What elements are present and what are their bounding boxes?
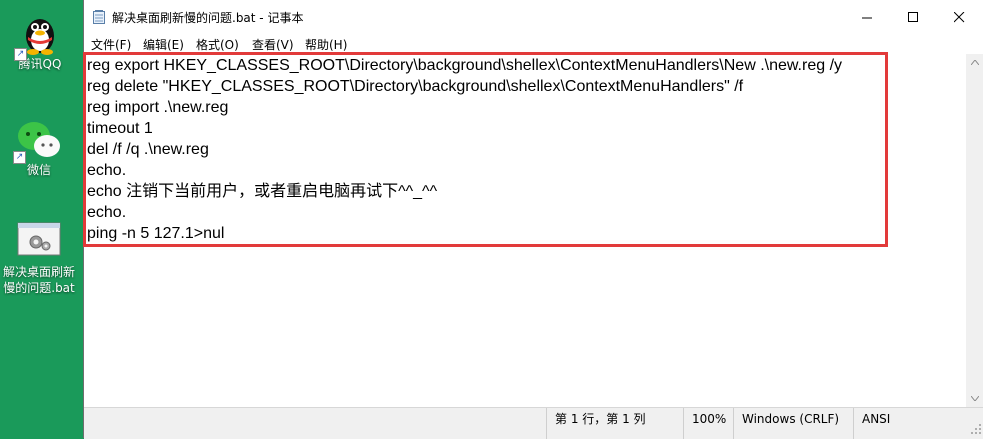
desktop-icon-wechat[interactable]: ↗ 微信 — [0, 118, 79, 178]
title-bar[interactable]: 解决桌面刷新慢的问题.bat - 记事本 — [84, 0, 983, 34]
resize-grip-icon[interactable] — [970, 423, 982, 435]
status-cursor-position: 第 1 行，第 1 列 — [546, 408, 691, 439]
scroll-up-arrow[interactable] — [966, 54, 983, 71]
batch-file-icon — [17, 222, 61, 256]
minimize-button[interactable] — [844, 0, 890, 34]
vertical-scrollbar[interactable] — [966, 54, 983, 407]
menu-file[interactable]: 文件(F) — [91, 36, 131, 53]
status-zoom: 100% — [683, 408, 733, 439]
desktop-icon-label: 微信 — [26, 163, 51, 177]
notepad-window: 解决桌面刷新慢的问题.bat - 记事本 文件(F) 编辑(E) 格式(O) 查… — [83, 0, 983, 439]
chevron-up-icon — [971, 60, 979, 65]
editor-line: echo 注销下当前用户，或者重启电脑再试下^^_^^ — [87, 183, 438, 200]
menu-format[interactable]: 格式(O) — [196, 36, 239, 53]
editor-line: ping -n 5 127.1>nul — [87, 225, 225, 242]
editor-line: timeout 1 — [87, 120, 153, 137]
status-encoding: ANSI — [853, 408, 968, 439]
notepad-icon — [93, 10, 105, 24]
desktop-icon-qq[interactable]: ↗ 腾讯QQ — [0, 12, 80, 72]
editor-line: reg import .\new.reg — [87, 99, 229, 116]
minimize-icon — [862, 17, 872, 19]
scroll-down-arrow[interactable] — [966, 390, 983, 407]
maximize-icon — [908, 12, 918, 22]
close-icon — [954, 12, 965, 23]
shortcut-arrow-icon: ↗ — [14, 48, 27, 61]
editor-line: reg delete "HKEY_CLASSES_ROOT\Directory\… — [87, 78, 744, 95]
status-bar: 第 1 行，第 1 列 100% Windows (CRLF) ANSI — [84, 407, 983, 439]
menu-help[interactable]: 帮助(H) — [305, 36, 347, 53]
editor-line: echo. — [87, 204, 127, 221]
window-title: 解决桌面刷新慢的问题.bat - 记事本 — [112, 11, 304, 25]
chevron-down-icon — [971, 396, 979, 401]
close-button[interactable] — [936, 0, 982, 34]
status-line-ending: Windows (CRLF) — [733, 408, 854, 439]
maximize-button[interactable] — [890, 0, 936, 34]
menu-view[interactable]: 查看(V) — [252, 36, 294, 53]
shortcut-arrow-icon: ↗ — [13, 151, 26, 164]
desktop-icon-label: 腾讯QQ — [18, 57, 62, 71]
editor-line: reg export HKEY_CLASSES_ROOT\Directory\b… — [87, 57, 843, 74]
desktop-icon-label: 解决桌面刷新慢的问题.bat — [2, 265, 75, 295]
editor-line: echo. — [87, 162, 127, 179]
menu-edit[interactable]: 编辑(E) — [143, 36, 184, 53]
editor-line: del /f /q .\new.reg — [87, 141, 209, 158]
menu-bar: 文件(F) 编辑(E) 格式(O) 查看(V) 帮助(H) — [84, 34, 983, 54]
text-editor[interactable]: reg export HKEY_CLASSES_ROOT\Directory\b… — [83, 52, 966, 407]
desktop-icon-bat-file[interactable]: 解决桌面刷新慢的问题.bat — [0, 222, 79, 296]
